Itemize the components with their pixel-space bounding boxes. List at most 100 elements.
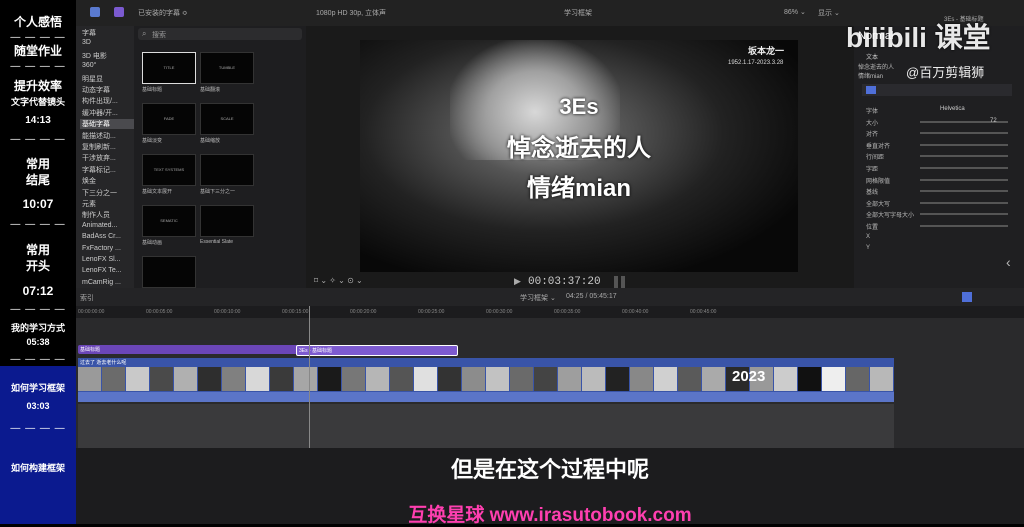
inspector-slider[interactable] (920, 178, 1008, 181)
thumbnail-preview-text: TUMBLE (218, 65, 236, 70)
category-item[interactable]: 3D (82, 39, 91, 46)
project-dropdown[interactable]: 学习框架 ⌄ (520, 293, 556, 303)
filmstrip-frame (78, 367, 101, 391)
category-item[interactable]: LenoFX Te... (82, 267, 122, 274)
category-item[interactable]: LenoFX Sl... (82, 256, 121, 263)
inspector-tab-bar[interactable] (862, 84, 1012, 96)
category-item[interactable]: 复制刷新... (82, 142, 116, 152)
playhead[interactable] (309, 306, 310, 448)
title-thumbnail[interactable]: TEXT SYSTEMS (142, 154, 196, 186)
pause-icon[interactable] (614, 276, 618, 288)
inspector-slider[interactable] (920, 225, 1008, 227)
thumbnail-preview-text: SEMATIC (160, 218, 178, 223)
chapter-label[interactable]: 提升效率 (0, 80, 76, 93)
category-item[interactable]: FxFactory ... (82, 245, 121, 252)
filmstrip-frame (438, 367, 461, 391)
inspector-slider[interactable] (920, 132, 1008, 135)
selected-title-clip[interactable]: 3Es - 基础标题 (296, 345, 458, 356)
browser-filter-dropdown[interactable]: 已安装的字幕 ≎ (138, 8, 188, 18)
title-thumbnail[interactable]: TITLE (142, 52, 196, 84)
category-item[interactable]: 基础字幕 (80, 119, 134, 130)
audio-meter-icon[interactable] (962, 292, 972, 302)
size-value[interactable]: 72 (990, 118, 997, 124)
category-item[interactable]: 制作人员 (82, 210, 110, 220)
search-field[interactable]: ⌕ 搜索 (138, 28, 302, 40)
chevron-left-icon[interactable]: ‹ (1006, 254, 1011, 270)
title-thumbnail[interactable]: SEMATIC (142, 205, 196, 237)
ruler-tick-label: 00:00:00:00 (78, 309, 105, 315)
category-item[interactable]: 焕金 (82, 176, 96, 186)
category-item[interactable]: 明星显 (82, 74, 103, 84)
chapter-label[interactable]: 常用 (0, 244, 76, 257)
title-thumbnail[interactable] (142, 256, 196, 288)
filmstrip-frame (414, 367, 437, 391)
category-item[interactable]: 字幕 (82, 28, 96, 38)
inspector-slider[interactable] (920, 190, 1008, 193)
category-item[interactable]: 字幕标记... (82, 165, 116, 175)
font-value[interactable]: Helvetica (940, 106, 965, 112)
normal-label: Normal (858, 30, 894, 42)
chapter-label[interactable]: 常用 (0, 158, 76, 171)
ruler-tick-label: 00:00:10:00 (214, 309, 241, 315)
search-input[interactable]: 搜索 (152, 30, 166, 40)
video-clip-label: 过去了 逝去老什么呢 (80, 360, 127, 366)
chapter-label[interactable]: 开头 (0, 260, 76, 273)
category-item[interactable]: 下三分之一 (82, 188, 117, 198)
category-item[interactable]: BadAss Cr... (82, 233, 121, 240)
viewer-controls[interactable]: ⌑ ⌄ ✧ ⌄ ⊙ ⌄ (314, 276, 363, 285)
title-caption-bottom[interactable]: 情绪mian (360, 168, 798, 203)
category-item[interactable]: 元素 (82, 199, 96, 209)
timeline-toolbar: 索引 学习框架 ⌄ 04:25 / 05:45:17 (76, 288, 1024, 306)
inspector-slider[interactable] (920, 213, 1008, 216)
text-tab-icon[interactable] (866, 86, 876, 94)
title-thumbnail[interactable]: TUMBLE (200, 52, 254, 84)
view-dropdown[interactable]: 显示 ⌄ (818, 8, 840, 18)
inspector-slider[interactable] (920, 155, 1008, 158)
library-icon[interactable] (90, 7, 100, 17)
chapter-label[interactable]: 我的学习方式 (0, 322, 76, 335)
chapter-label[interactable]: 随堂作业 (0, 45, 76, 58)
chapter-label[interactable]: 如何构建框架 (0, 462, 76, 475)
thumbnail-preview-text: FADE (163, 116, 175, 121)
category-item[interactable]: mCamRig ... (82, 279, 121, 286)
category-item[interactable]: 缓冲器/开... (82, 108, 118, 118)
title-caption-middle[interactable]: 悼念逝去的人 (360, 128, 798, 163)
filmstrip-frame (534, 367, 557, 391)
inspector-row-label: 行间距 (866, 155, 885, 162)
play-icon[interactable]: ▶ (514, 276, 521, 287)
audio-waveform[interactable] (78, 392, 894, 402)
chapter-label[interactable]: 文字代替镜头 (0, 96, 76, 109)
chapter-label[interactable]: 如何学习框架 (0, 382, 76, 395)
category-item[interactable]: 干涉放弃... (82, 153, 116, 163)
category-item[interactable]: 构件出现/... (82, 96, 118, 106)
timeline-duration: 04:25 / 05:45:17 (566, 293, 617, 300)
title-thumbnail[interactable]: SCALE (200, 103, 254, 135)
filmstrip-frame (486, 367, 509, 391)
inspector-row-label: 全部大写字母大小 (866, 213, 915, 220)
chapter-label[interactable]: 个人感悟 (0, 16, 76, 29)
chapter-divider: — — — — (10, 354, 66, 365)
thumbnail-label: 基础缩放 (200, 138, 221, 144)
video-subtitle: 但是在这个过程中呢 (450, 457, 649, 482)
title-thumbnail[interactable] (200, 205, 254, 237)
zoom-dropdown[interactable]: 86% ⌄ (784, 8, 806, 16)
category-item[interactable]: 3D 电影 (82, 51, 107, 61)
photos-icon[interactable] (114, 7, 124, 17)
category-item[interactable]: 360° (82, 62, 96, 69)
filmstrip-frame (798, 367, 821, 391)
title-thumbnail[interactable] (200, 154, 254, 186)
inspector-slider[interactable] (920, 201, 1008, 204)
filmstrip-frame (270, 367, 293, 391)
category-item[interactable]: Animated... (82, 222, 117, 229)
thumbnail-preview-text: TITLE (163, 65, 175, 70)
title-caption-top[interactable]: 3Es (360, 94, 798, 120)
filmstrip-frame (630, 367, 653, 391)
dates-card: 1952.1.17-2023.3.28 (728, 60, 784, 66)
inspector-slider[interactable] (920, 143, 1008, 146)
title-thumbnail[interactable]: FADE (142, 103, 196, 135)
inspector-slider[interactable] (920, 167, 1008, 169)
index-button[interactable]: 索引 (80, 293, 94, 303)
category-item[interactable]: 动态字幕 (82, 85, 110, 95)
chapter-label[interactable]: 结尾 (0, 174, 76, 187)
category-item[interactable]: 能描述动... (82, 131, 116, 141)
